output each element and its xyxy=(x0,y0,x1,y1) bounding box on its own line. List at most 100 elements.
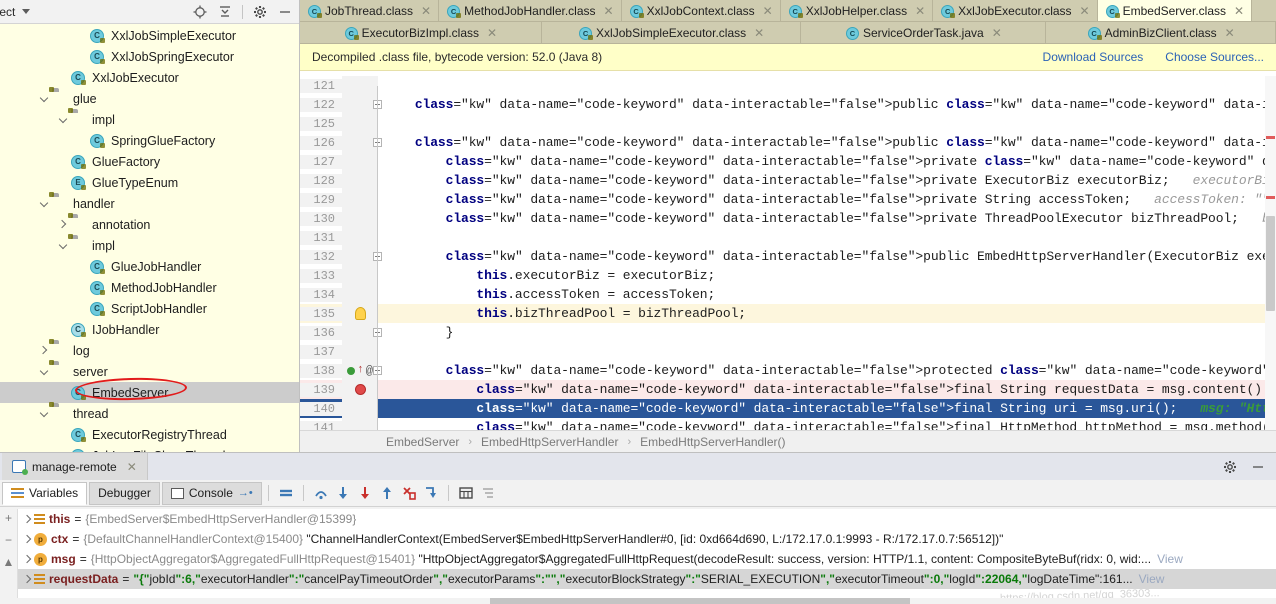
tree-node-handler[interactable]: handler xyxy=(0,193,299,214)
editor-gutter-cell[interactable] xyxy=(342,190,378,209)
evaluate-expression-icon[interactable] xyxy=(455,482,477,504)
debug-toolbar[interactable]: Variables Debugger Console →• xyxy=(0,480,1276,507)
tree-node-executorregistrythread[interactable]: C ExecutorRegistryThread xyxy=(0,424,299,445)
variables-list[interactable]: this = {EmbedServer$EmbedHttpServerHandler… xyxy=(0,509,1276,589)
tab-variables[interactable]: Variables xyxy=(2,481,88,505)
collapse-all-icon[interactable] xyxy=(217,4,233,20)
tree-node-glue[interactable]: glue xyxy=(0,88,299,109)
tree-node-joblogfilecleanthread[interactable]: CJobLogFileCleanThread xyxy=(0,445,299,452)
intention-bulb-icon[interactable] xyxy=(354,307,366,320)
force-step-into-icon[interactable] xyxy=(354,482,376,504)
gear-icon[interactable] xyxy=(252,4,268,20)
view-value-link[interactable]: View xyxy=(1139,572,1165,586)
editor-tab-serviceordertask-java[interactable]: C ServiceOrderTask.java ✕ xyxy=(801,22,1047,43)
close-icon[interactable]: ✕ xyxy=(421,5,431,17)
close-icon[interactable]: ✕ xyxy=(1225,27,1235,39)
error-stripe-marker[interactable] xyxy=(1266,196,1275,199)
locate-icon[interactable] xyxy=(192,4,208,20)
chevron-down-icon[interactable] xyxy=(38,197,51,210)
debug-session-tab-manage-remote[interactable]: manage-remote ✕ xyxy=(2,453,148,480)
chevron-right-icon[interactable] xyxy=(57,218,70,231)
editor-tab-methodjobhandler-class[interactable]: C MethodJobHandler.class ✕ xyxy=(439,0,622,21)
minimize-icon[interactable] xyxy=(1250,459,1266,475)
editor-vertical-scrollbar[interactable] xyxy=(1265,76,1276,430)
editor-tab-xxljobsimpleexecutor-class[interactable]: C XxlJobSimpleExecutor.class ✕ xyxy=(541,22,802,43)
settings-icon[interactable] xyxy=(477,482,499,504)
code-line[interactable]: 138 ↑ @ class="kw" data-name="code-keyword… xyxy=(300,361,1276,380)
tree-node-impl[interactable]: impl xyxy=(0,235,299,256)
editor-tab-executorbizimpl-class[interactable]: C ExecutorBizImpl.class ✕ xyxy=(300,22,542,43)
variable-row[interactable]: requestData = "{"jobId":6,"executorHandler… xyxy=(18,569,1276,589)
tree-node-server[interactable]: server xyxy=(0,361,299,382)
editor-gutter-cell[interactable] xyxy=(342,76,378,95)
drop-frame-icon[interactable] xyxy=(398,482,420,504)
code-line[interactable]: 133 this.executorBiz = executorBiz; xyxy=(300,266,1276,285)
editor-tab-jobthread-class[interactable]: C JobThread.class ✕ xyxy=(300,0,440,21)
step-out-icon[interactable] xyxy=(376,482,398,504)
breadcrumb-item-method[interactable]: EmbedHttpServerHandler() xyxy=(640,435,785,449)
chevron-right-icon[interactable] xyxy=(22,573,34,585)
editor-gutter-cell[interactable] xyxy=(342,152,378,171)
override-marker-icon[interactable]: ↑ @ xyxy=(347,364,373,378)
code-line[interactable]: 125 xyxy=(300,114,1276,133)
tree-node-xxljobsimpleexecutor[interactable]: C XxlJobSimpleExecutor xyxy=(0,25,299,46)
code-line[interactable]: 136 } xyxy=(300,323,1276,342)
code-line[interactable]: 121 xyxy=(300,76,1276,95)
breadcrumb[interactable]: EmbedServer › EmbedHttpServerHandler › E… xyxy=(300,430,1276,452)
code-line[interactable]: 130 class="kw" data-name="code-keyword" … xyxy=(300,209,1276,228)
tree-node-gluejobhandler[interactable]: C GlueJobHandler xyxy=(0,256,299,277)
editor-gutter-cell[interactable] xyxy=(342,399,378,418)
gear-icon[interactable] xyxy=(1222,459,1238,475)
chevron-down-icon[interactable] xyxy=(57,239,70,252)
code-line[interactable]: 129 class="kw" data-name="code-keyword" … xyxy=(300,190,1276,209)
breadcrumb-item-inner-class[interactable]: EmbedHttpServerHandler xyxy=(481,435,618,449)
editor-gutter-cell[interactable] xyxy=(342,228,378,247)
code-line[interactable]: 139 class="kw" data-name="code-keyword" … xyxy=(300,380,1276,399)
code-viewport[interactable]: 121 122 class="kw" data-name="code-keywor… xyxy=(300,76,1276,430)
code-line[interactable]: 122 class="kw" data-name="code-keyword" … xyxy=(300,95,1276,114)
editor-tab-xxljobcontext-class[interactable]: C XxlJobContext.class ✕ xyxy=(621,0,781,21)
tree-node-annotation[interactable]: annotation xyxy=(0,214,299,235)
chevron-down-icon[interactable] xyxy=(57,113,70,126)
breadcrumb-item-class[interactable]: EmbedServer xyxy=(386,435,459,449)
tree-node-xxljobspringexecutor[interactable]: C XxlJobSpringExecutor xyxy=(0,46,299,67)
run-to-cursor-icon[interactable] xyxy=(420,482,442,504)
editor-gutter-cell[interactable] xyxy=(342,171,378,190)
editor-gutter-cell[interactable] xyxy=(342,285,378,304)
code-line[interactable]: 137 xyxy=(300,342,1276,361)
scrollbar-thumb[interactable] xyxy=(1266,216,1275,311)
close-icon[interactable]: ✕ xyxy=(487,27,497,39)
code-line[interactable]: 135 this.bizThreadPool = bizThreadPool; xyxy=(300,304,1276,323)
tab-console[interactable]: Console →• xyxy=(161,481,262,505)
variables-horizontal-scrollbar[interactable] xyxy=(490,598,910,604)
editor-gutter-cell[interactable] xyxy=(342,380,378,399)
chevron-down-icon[interactable] xyxy=(38,365,51,378)
editor-gutter-cell[interactable] xyxy=(342,304,378,323)
close-icon[interactable]: ✕ xyxy=(1080,5,1090,17)
close-icon[interactable]: ✕ xyxy=(1234,5,1244,17)
tree-node-xxljobexecutor[interactable]: C XxlJobExecutor xyxy=(0,67,299,88)
tree-node-methodjobhandler[interactable]: C MethodJobHandler xyxy=(0,277,299,298)
code-line[interactable]: 131 xyxy=(300,228,1276,247)
chevron-right-icon[interactable] xyxy=(22,553,34,565)
zoom-in-icon[interactable]: + xyxy=(5,511,12,525)
editor-tabs-row-1[interactable]: C JobThread.class ✕ C MethodJobHandler.class… xyxy=(300,0,1276,22)
code-line[interactable]: 126 class="kw" data-name="code-keyword" … xyxy=(300,133,1276,152)
code-line[interactable]: 127 class="kw" data-name="code-keyword" … xyxy=(300,152,1276,171)
editor-gutter-cell[interactable] xyxy=(342,266,378,285)
error-stripe-marker[interactable] xyxy=(1266,136,1275,139)
step-into-icon[interactable] xyxy=(332,482,354,504)
chevron-right-icon[interactable] xyxy=(22,533,34,545)
editor-tab-xxljobhelper-class[interactable]: C XxlJobHelper.class ✕ xyxy=(780,0,934,21)
code-line[interactable]: 140 class="kw" data-name="code-keyword" … xyxy=(300,399,1276,418)
close-icon[interactable]: ✕ xyxy=(754,27,764,39)
editor-gutter-cell[interactable] xyxy=(342,209,378,228)
minimize-icon[interactable] xyxy=(277,4,293,20)
code-line[interactable]: 141 class="kw" data-name="code-keyword" … xyxy=(300,418,1276,430)
mute-breakpoints-icon[interactable] xyxy=(275,482,297,504)
close-icon[interactable]: ✕ xyxy=(992,27,1002,39)
editor-gutter-cell[interactable] xyxy=(342,342,378,361)
tree-node-gluefactory[interactable]: C GlueFactory xyxy=(0,151,299,172)
variable-row[interactable]: p ctx = {DefaultChannelHandlerContext@15400… xyxy=(18,529,1276,549)
chevron-down-icon[interactable] xyxy=(38,92,51,105)
